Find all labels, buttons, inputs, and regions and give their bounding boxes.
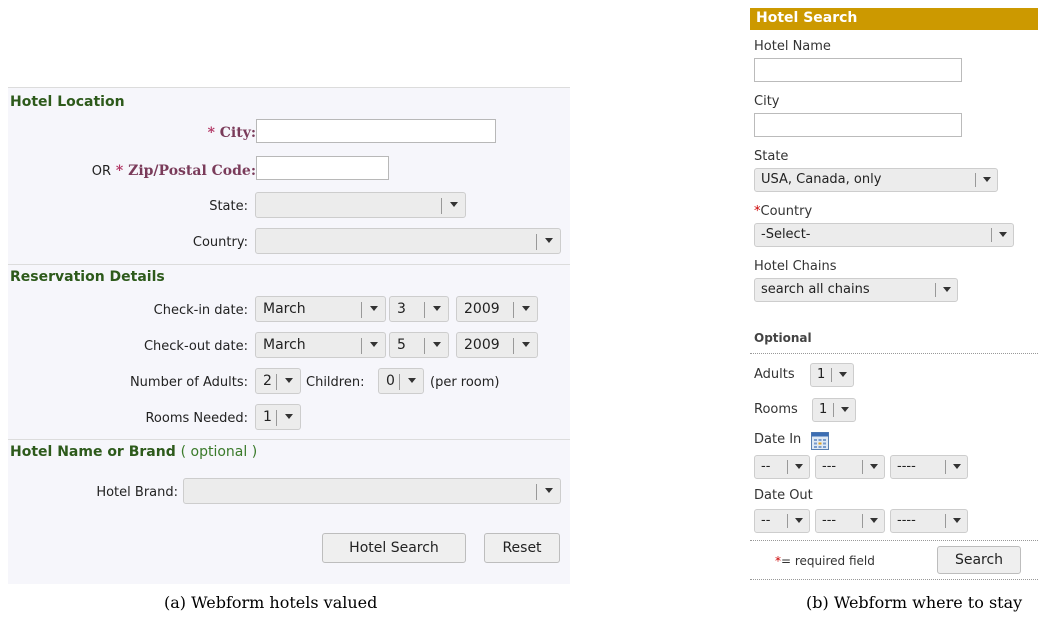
- section-divider: [750, 353, 1038, 354]
- country-label: Country:: [192, 235, 248, 250]
- caption-b: (b) Webform where to stay: [806, 593, 1023, 612]
- chevron-down-icon: [285, 414, 293, 419]
- where-to-stay-form: Hotel Search Hotel Name City State USA, …: [750, 8, 1038, 598]
- children-label: Children:: [306, 375, 365, 390]
- chevron-down-icon: [522, 342, 530, 347]
- section-divider: [8, 87, 570, 88]
- section-divider: [8, 439, 570, 440]
- optional-heading: Optional: [754, 331, 812, 345]
- form-header: Hotel Search: [750, 8, 1038, 30]
- per-room-note: (per room): [430, 375, 500, 390]
- chevron-down-icon: [285, 378, 293, 383]
- chevron-down-icon: [370, 306, 378, 311]
- brand-select[interactable]: [183, 478, 561, 504]
- adults-label: Number of Adults:: [129, 375, 248, 390]
- chevron-down-icon: [870, 464, 878, 469]
- adults-select[interactable]: 1: [810, 363, 854, 387]
- adults-label: Adults: [754, 367, 795, 382]
- country-select[interactable]: [255, 228, 561, 254]
- section-divider: [8, 264, 570, 265]
- section-title-name-brand: Hotel Name or Brand ( optional ): [10, 444, 258, 460]
- rooms-label: Rooms Needed:: [145, 411, 248, 426]
- chevron-down-icon: [841, 407, 849, 412]
- zip-label: OR * Zip/Postal Code:: [91, 163, 256, 179]
- chevron-down-icon: [795, 518, 803, 523]
- date-in-month-select[interactable]: ---: [815, 455, 885, 479]
- chevron-down-icon: [370, 342, 378, 347]
- checkout-label: Check-out date:: [143, 339, 248, 354]
- date-out-label: Date Out: [754, 488, 813, 503]
- city-input[interactable]: [256, 119, 496, 143]
- city-label: City: [754, 94, 780, 109]
- form-title: Hotel Search: [756, 10, 858, 26]
- chevron-down-icon: [795, 464, 803, 469]
- chevron-down-icon: [545, 488, 553, 493]
- section-divider: [750, 579, 1038, 580]
- hotel-chains-select[interactable]: search all chains: [754, 278, 958, 302]
- children-select[interactable]: 0: [378, 368, 424, 394]
- calendar-icon[interactable]: [811, 432, 829, 450]
- zip-input[interactable]: [256, 156, 389, 180]
- state-label: State: [754, 149, 789, 164]
- date-out-month-select[interactable]: ---: [815, 509, 885, 533]
- section-title-reservation: Reservation Details: [10, 269, 165, 285]
- chevron-down-icon: [953, 518, 961, 523]
- country-select[interactable]: -Select-: [754, 223, 1014, 247]
- checkout-day-select[interactable]: 5: [389, 332, 449, 358]
- rooms-select[interactable]: 1: [812, 398, 856, 422]
- chevron-down-icon: [433, 342, 441, 347]
- checkin-year-select[interactable]: 2009: [456, 296, 538, 322]
- checkin-day-select[interactable]: 3: [389, 296, 449, 322]
- hotel-chains-label: Hotel Chains: [754, 259, 837, 274]
- date-out-year-select[interactable]: ----: [890, 509, 968, 533]
- chevron-down-icon: [999, 232, 1007, 237]
- state-select[interactable]: [255, 192, 466, 218]
- chevron-down-icon: [943, 287, 951, 292]
- checkin-label: Check-in date:: [153, 303, 248, 318]
- city-input[interactable]: [754, 113, 962, 137]
- chevron-down-icon: [408, 378, 416, 383]
- chevron-down-icon: [870, 518, 878, 523]
- hotel-name-input[interactable]: [754, 58, 962, 82]
- rooms-label: Rooms: [754, 402, 798, 417]
- checkout-month-select[interactable]: March: [255, 332, 386, 358]
- brand-label: Hotel Brand:: [96, 485, 178, 500]
- city-label: * City:: [207, 125, 256, 141]
- caption-a: (a) Webform hotels valued: [164, 593, 378, 612]
- chevron-down-icon: [953, 464, 961, 469]
- country-label: *Country: [754, 204, 813, 219]
- date-in-day-select[interactable]: --: [754, 455, 810, 479]
- chevron-down-icon: [433, 306, 441, 311]
- section-title-hotel-location: Hotel Location: [10, 94, 125, 110]
- checkout-year-select[interactable]: 2009: [456, 332, 538, 358]
- date-out-day-select[interactable]: --: [754, 509, 810, 533]
- chevron-down-icon: [983, 177, 991, 182]
- required-note: *= required field: [775, 554, 875, 568]
- hotel-name-label: Hotel Name: [754, 39, 831, 54]
- chevron-down-icon: [545, 238, 553, 243]
- reset-button[interactable]: Reset: [484, 533, 560, 563]
- chevron-down-icon: [450, 202, 458, 207]
- chevron-down-icon: [839, 372, 847, 377]
- state-select[interactable]: USA, Canada, only: [754, 168, 998, 192]
- search-button[interactable]: Search: [937, 546, 1021, 574]
- rooms-select[interactable]: 1: [255, 404, 301, 430]
- section-divider: [750, 540, 1038, 541]
- date-in-year-select[interactable]: ----: [890, 455, 968, 479]
- required-star: *: [207, 125, 215, 141]
- adults-select[interactable]: 2: [255, 368, 301, 394]
- hotel-search-button[interactable]: Hotel Search: [322, 533, 466, 563]
- date-in-label: Date In: [754, 432, 802, 447]
- state-label: State:: [209, 199, 248, 214]
- required-star: *: [115, 163, 124, 179]
- hotels-valued-form: Hotel Location * City: OR * Zip/Postal C…: [8, 87, 570, 584]
- chevron-down-icon: [522, 306, 530, 311]
- checkin-month-select[interactable]: March: [255, 296, 386, 322]
